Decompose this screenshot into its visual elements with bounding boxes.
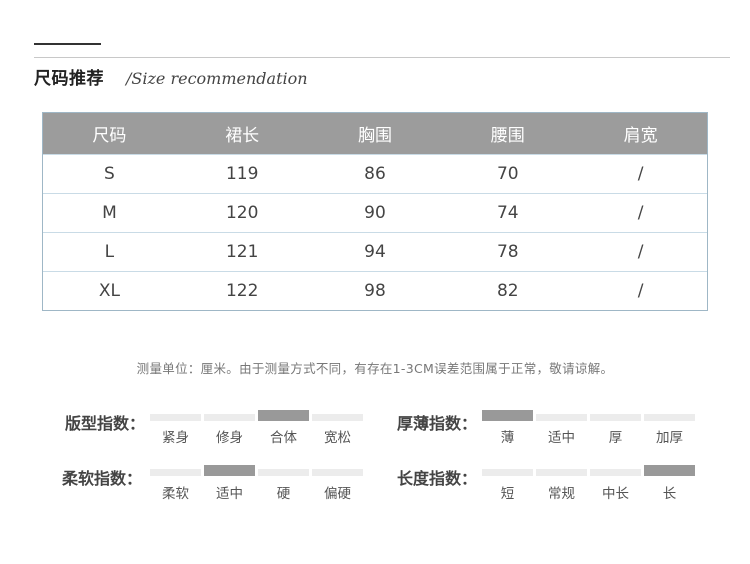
table-cell: 120 [225, 203, 259, 223]
softness-index: 柔软指数： 柔软 适中 硬 偏硬 [62, 465, 363, 505]
index-segment [482, 410, 533, 421]
section-title-cn: 尺码推荐 [34, 69, 104, 89]
table-cell: 94 [364, 242, 386, 262]
length-index-options: 短 常规 中长 长 [482, 482, 695, 502]
index-segment [644, 465, 695, 476]
title-accent-rule [34, 43, 101, 45]
title-divider [34, 57, 730, 58]
softness-index-scale [150, 465, 363, 476]
index-segment [644, 414, 695, 421]
table-header-cell: 尺码 [92, 126, 127, 146]
thickness-index-options: 薄 适中 厚 加厚 [482, 426, 695, 446]
index-segment [258, 410, 309, 421]
index-option: 薄 [500, 430, 515, 446]
fit-index: 版型指数： 紧身 修身 合体 宽松 [65, 410, 365, 450]
index-option: 偏硬 [324, 486, 351, 502]
index-option: 厚 [608, 430, 623, 446]
index-option: 柔软 [162, 486, 189, 502]
thickness-index: 厚薄指数： 薄 适中 厚 加厚 [397, 410, 707, 450]
index-option: 适中 [216, 486, 243, 502]
index-segment [482, 469, 533, 476]
index-option: 紧身 [162, 430, 189, 446]
index-option: 中长 [602, 486, 629, 502]
table-row: M 120 90 74 / [43, 193, 707, 232]
index-option: 合体 [270, 430, 297, 446]
thickness-index-label: 厚薄指数： [397, 414, 478, 433]
table-cell: / [637, 203, 644, 223]
table-cell: / [637, 164, 644, 184]
table-cell: 122 [225, 281, 259, 301]
table-cell: 82 [496, 281, 519, 301]
section-title-en: /Size recommendation [126, 69, 308, 88]
table-cell: 74 [496, 203, 519, 223]
table-cell: 86 [364, 164, 386, 184]
table-cell: / [637, 242, 644, 262]
softness-index-options: 柔软 适中 硬 偏硬 [150, 482, 363, 502]
table-header-row: 尺码 裙长 胸围 腰围 肩宽 [43, 113, 707, 154]
index-segment [312, 469, 363, 476]
measurement-note: 测量单位：厘米。由于测量方式不同，有存在1-3CM误差范围属于正常，敬请谅解。 [136, 361, 614, 376]
table-row: XL 122 98 82 / [43, 271, 707, 310]
index-option: 修身 [216, 430, 243, 446]
index-segment [204, 414, 255, 421]
index-segment [536, 469, 587, 476]
table-cell: 78 [496, 242, 519, 262]
index-option: 适中 [548, 430, 575, 446]
table-cell: 119 [225, 164, 259, 184]
index-segment [590, 469, 641, 476]
index-option: 短 [500, 486, 515, 502]
table-row: L 121 94 78 / [43, 232, 707, 271]
table-cell: XL [98, 281, 120, 301]
length-index: 长度指数： 短 常规 中长 长 [397, 465, 707, 505]
index-segment [536, 414, 587, 421]
index-segment [312, 414, 363, 421]
index-segment [150, 414, 201, 421]
table-header-cell: 裙长 [225, 126, 260, 146]
table-cell: 70 [496, 164, 519, 184]
table-cell: L [104, 242, 115, 262]
index-option: 加厚 [656, 430, 683, 446]
table-header-cell: 肩宽 [623, 126, 658, 146]
index-option: 长 [662, 486, 677, 502]
fit-index-options: 紧身 修身 合体 宽松 [150, 426, 363, 446]
table-cell: 98 [364, 281, 386, 301]
index-option: 硬 [276, 486, 291, 502]
table-cell: S [104, 164, 115, 184]
index-option: 宽松 [324, 430, 351, 446]
size-table: 尺码 裙长 胸围 腰围 肩宽 S 119 86 70 / M 120 90 74… [42, 112, 708, 311]
table-header-cell: 胸围 [357, 126, 392, 146]
length-index-label: 长度指数： [397, 469, 478, 488]
fit-index-scale [150, 410, 363, 421]
table-cell: / [637, 281, 644, 301]
section-header: 尺码推荐 /Size recommendation [34, 64, 308, 89]
index-segment [150, 469, 201, 476]
index-option: 常规 [548, 486, 575, 502]
index-segment [590, 414, 641, 421]
softness-index-label: 柔软指数： [62, 469, 143, 488]
table-cell: M [102, 203, 117, 223]
table-cell: 90 [364, 203, 386, 223]
fit-index-label: 版型指数： [65, 414, 146, 433]
length-index-scale [482, 465, 695, 476]
thickness-index-scale [482, 410, 695, 421]
table-header-cell: 腰围 [490, 126, 525, 146]
index-segment [204, 465, 255, 476]
index-segment [258, 469, 309, 476]
table-cell: 121 [225, 242, 259, 262]
table-row: S 119 86 70 / [43, 154, 707, 193]
